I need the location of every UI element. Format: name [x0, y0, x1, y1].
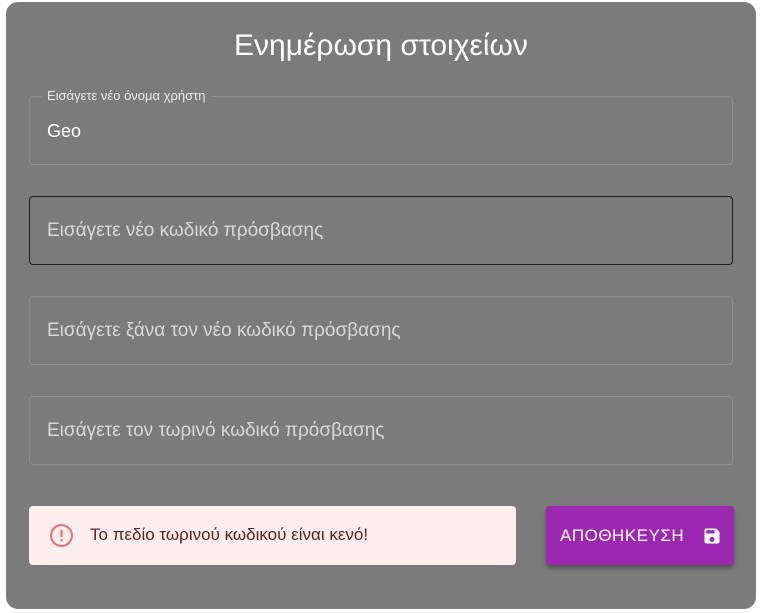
current-password-field[interactable]: Εισάγετε τον τωρινό κωδικό πρόσβασης: [29, 396, 733, 465]
username-field[interactable]: Εισάγετε νέο όνομα χρήστη Geo: [29, 88, 733, 165]
new-password-placeholder: Εισάγετε νέο κωδικό πρόσβασης: [47, 220, 324, 241]
save-icon: [704, 528, 720, 544]
save-button[interactable]: ΑΠΟΘΗΚΕΥΣΗ: [546, 506, 734, 565]
new-password-field[interactable]: Εισάγετε νέο κωδικό πρόσβασης: [29, 196, 733, 265]
current-password-placeholder: Εισάγετε τον τωρινό κωδικό πρόσβασης: [47, 420, 385, 441]
confirm-password-placeholder: Εισάγετε ξάνα τον νέο κωδικό πρόσβασης: [47, 320, 401, 341]
update-details-dialog: Ενημέρωση στοιχείων Εισάγετε νέο όνομα χ…: [6, 2, 756, 609]
error-alert: Το πεδίο τωρινού κωδικού είναι κενό!: [29, 506, 516, 565]
username-field-value[interactable]: Geo: [47, 119, 81, 143]
dialog-title: Ενημέρωση στοιχείων: [234, 29, 528, 62]
username-field-label: Εισάγετε νέο όνομα χρήστη: [42, 88, 211, 104]
confirm-password-field[interactable]: Εισάγετε ξάνα τον νέο κωδικό πρόσβασης: [29, 296, 733, 365]
error-outline-icon: [50, 524, 73, 547]
save-button-label: ΑΠΟΘΗΚΕΥΣΗ: [560, 526, 685, 545]
error-alert-message: Το πεδίο τωρινού κωδικού είναι κενό!: [90, 525, 369, 544]
